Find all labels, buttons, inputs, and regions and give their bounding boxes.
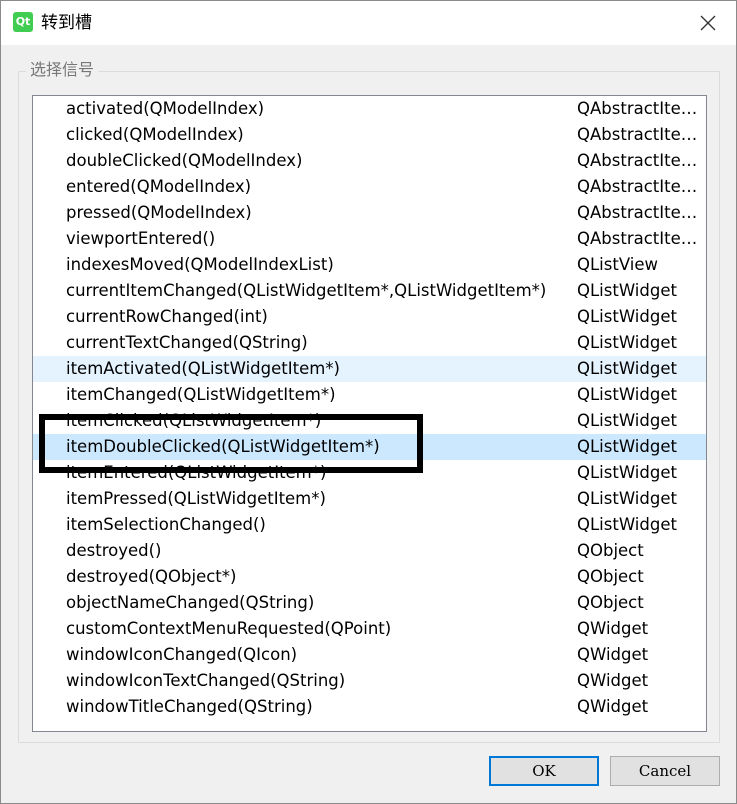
signal-name: destroyed(QObject*) xyxy=(66,567,237,586)
signal-list-item[interactable]: pressed(QModelIndex) QAbstractIte… xyxy=(33,200,706,226)
close-button[interactable] xyxy=(686,1,730,45)
signal-class: QListWidget xyxy=(577,463,677,482)
signal-class: QListWidget xyxy=(577,307,677,326)
signal-class: QObject xyxy=(577,567,644,586)
signal-class: QAbstractIte… xyxy=(577,125,698,144)
signal-class: QListWidget xyxy=(577,437,677,456)
signal-list-item[interactable]: itemActivated(QListWidgetItem*) QListWidg… xyxy=(33,356,706,382)
signal-name: activated(QModelIndex) xyxy=(66,99,265,118)
signal-list[interactable]: activated(QModelIndex) QAbstractIte… click… xyxy=(32,95,707,732)
signal-name: currentRowChanged(int) xyxy=(66,307,268,326)
signal-class: QListWidget xyxy=(577,333,677,352)
signal-list-item[interactable]: currentRowChanged(int) QListWidget xyxy=(33,304,706,330)
signal-name: itemChanged(QListWidgetItem*) xyxy=(66,385,336,404)
signal-class: QAbstractIte… xyxy=(577,177,698,196)
signal-class: QAbstractIte… xyxy=(577,203,698,222)
cancel-button[interactable]: Cancel xyxy=(610,756,720,786)
signal-class: QAbstractIte… xyxy=(577,99,698,118)
signal-class: QListWidget xyxy=(577,515,677,534)
close-icon xyxy=(700,15,716,31)
window-title: 转到槽 xyxy=(41,13,92,33)
signal-list-item[interactable]: destroyed(QObject*) QObject xyxy=(33,564,706,590)
qt-logo-icon: Qt xyxy=(13,12,33,32)
signal-list-item[interactable]: objectNameChanged(QString) QObject xyxy=(33,590,706,616)
signal-class: QWidget xyxy=(577,619,649,638)
signal-list-item[interactable]: itemPressed(QListWidgetItem*) QListWidget xyxy=(33,486,706,512)
signal-list-item[interactable]: windowIconTextChanged(QString) QWidget xyxy=(33,668,706,694)
signal-name: currentItemChanged(QListWidgetItem*,QLis… xyxy=(66,281,547,300)
signal-class: QListWidget xyxy=(577,359,677,378)
signal-list-item[interactable]: itemEntered(QListWidgetItem*) QListWidget xyxy=(33,460,706,486)
signal-list-item[interactable]: customContextMenuRequested(QPoint) QWidge… xyxy=(33,616,706,642)
signal-list-item[interactable]: clicked(QModelIndex) QAbstractIte… xyxy=(33,122,706,148)
title-bar: Qt 转到槽 xyxy=(1,1,736,45)
signal-name: itemEntered(QListWidgetItem*) xyxy=(66,463,327,482)
signal-class: QListWidget xyxy=(577,489,677,508)
signal-name: itemSelectionChanged() xyxy=(66,515,266,534)
signal-class: QAbstractIte… xyxy=(577,151,698,170)
signal-class: QObject xyxy=(577,541,644,560)
signal-list-item[interactable]: indexesMoved(QModelIndexList) QListView xyxy=(33,252,706,278)
signal-name: objectNameChanged(QString) xyxy=(66,593,315,612)
go-to-slot-dialog: Qt 转到槽 选择信号 activated(QModelIndex) QAbstr… xyxy=(0,0,737,804)
signal-name: pressed(QModelIndex) xyxy=(66,203,252,222)
signal-list-item[interactable]: viewportEntered() QAbstractIte… xyxy=(33,226,706,252)
signal-name: currentTextChanged(QString) xyxy=(66,333,308,352)
signal-name: windowIconChanged(QIcon) xyxy=(66,645,298,664)
signal-name: windowTitleChanged(QString) xyxy=(66,697,313,716)
signal-class: QListView xyxy=(577,255,658,274)
signal-class: QWidget xyxy=(577,671,649,690)
signal-name: itemDoubleClicked(QListWidgetItem*) xyxy=(66,437,380,456)
signal-list-item[interactable]: activated(QModelIndex) QAbstractIte… xyxy=(33,96,706,122)
signal-class: QWidget xyxy=(577,645,649,664)
signal-list-item[interactable]: itemClicked(QListWidgetItem*) QListWidget xyxy=(33,408,706,434)
signal-class: QListWidget xyxy=(577,411,677,430)
signal-name: itemPressed(QListWidgetItem*) xyxy=(66,489,326,508)
signal-name: doubleClicked(QModelIndex) xyxy=(66,151,303,170)
signal-name: itemActivated(QListWidgetItem*) xyxy=(66,359,340,378)
signal-name: destroyed() xyxy=(66,541,162,560)
signal-class: QListWidget xyxy=(577,281,677,300)
signal-name: windowIconTextChanged(QString) xyxy=(66,671,346,690)
signal-name: clicked(QModelIndex) xyxy=(66,125,244,144)
ok-button[interactable]: OK xyxy=(489,756,599,786)
signal-class: QListWidget xyxy=(577,385,677,404)
signal-class: QWidget xyxy=(577,697,649,716)
signal-list-item[interactable]: doubleClicked(QModelIndex) QAbstractIte… xyxy=(33,148,706,174)
signal-name: indexesMoved(QModelIndexList) xyxy=(66,255,334,274)
signal-name: customContextMenuRequested(QPoint) xyxy=(66,619,392,638)
signal-list-item[interactable]: itemDoubleClicked(QListWidgetItem*) QList… xyxy=(33,434,706,460)
signal-name: viewportEntered() xyxy=(66,229,216,248)
signal-list-item[interactable]: currentItemChanged(QListWidgetItem*,QLis… xyxy=(33,278,706,304)
signal-class: QAbstractIte… xyxy=(577,229,698,248)
signal-list-item[interactable]: currentTextChanged(QString) QListWidget xyxy=(33,330,706,356)
signal-list-item[interactable]: windowIconChanged(QIcon) QWidget xyxy=(33,642,706,668)
signal-list-item[interactable]: destroyed() QObject xyxy=(33,538,706,564)
signal-name: entered(QModelIndex) xyxy=(66,177,252,196)
signal-list-item[interactable]: entered(QModelIndex) QAbstractIte… xyxy=(33,174,706,200)
signal-name: itemClicked(QListWidgetItem*) xyxy=(66,411,322,430)
groupbox-title: 选择信号 xyxy=(26,60,99,80)
signal-class: QObject xyxy=(577,593,644,612)
signal-list-item[interactable]: itemSelectionChanged() QListWidget xyxy=(33,512,706,538)
signal-list-item[interactable]: windowTitleChanged(QString) QWidget xyxy=(33,694,706,720)
signal-list-item[interactable]: itemChanged(QListWidgetItem*) QListWidget xyxy=(33,382,706,408)
